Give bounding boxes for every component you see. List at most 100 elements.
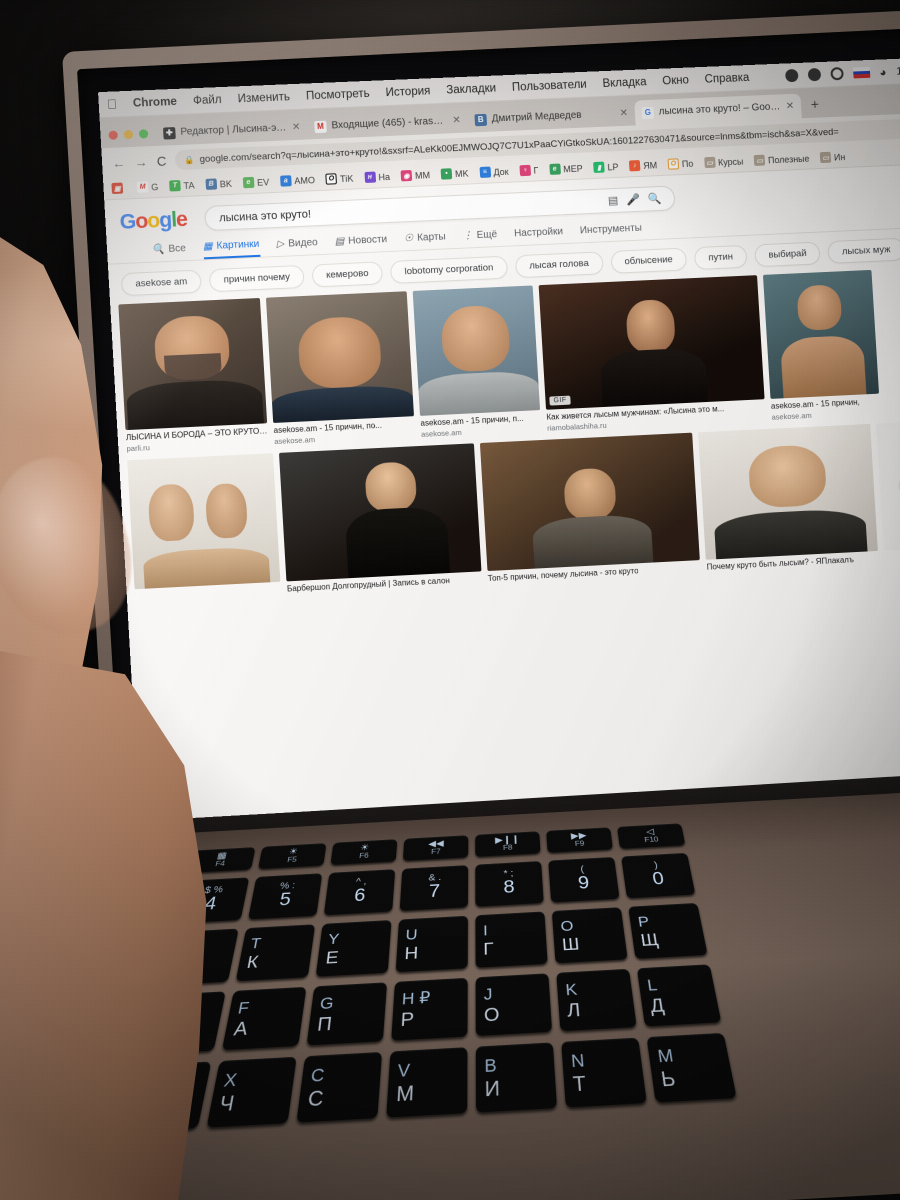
key-f7[interactable]: ◀◀ F7 (402, 835, 469, 861)
key-f-a[interactable]: FА (221, 986, 307, 1051)
apple-icon[interactable]:  (106, 96, 117, 111)
menubar-item-bookmarks[interactable]: Закладки (446, 82, 496, 96)
key-f6[interactable]: ☀ F6 (330, 839, 398, 865)
bookmark-5[interactable]: a AMO (279, 174, 315, 187)
key-b-i[interactable]: BИ (475, 1042, 558, 1113)
image-result-5[interactable] (127, 453, 281, 592)
ru-flag-icon[interactable] (852, 66, 870, 79)
key-f5[interactable]: ☀ F5 (258, 843, 327, 869)
menubar-item-history[interactable]: История (385, 85, 430, 99)
chip-3[interactable]: lobotomy corporation (389, 255, 509, 284)
key-l-d[interactable]: LД (636, 964, 722, 1027)
tools-button[interactable]: Инструменты (580, 223, 643, 242)
image-result-6-thumb[interactable] (279, 443, 482, 582)
menubar-item-view[interactable]: Посмотреть (306, 87, 370, 102)
chip-8[interactable]: лысых муж (827, 237, 900, 264)
tab-videos[interactable]: ▷ Видео (276, 237, 318, 255)
key-u-n[interactable]: UН (395, 915, 468, 973)
bookmark-folder-kursy[interactable]: ▭ Курсы (703, 156, 744, 169)
image-result-0[interactable]: ЛЫСИНА И БОРОДА – ЭТО КРУТО! - Parli P..… (118, 297, 268, 453)
bookmark-11[interactable]: ♀ Г (519, 164, 539, 177)
evernote-icon[interactable] (807, 67, 821, 82)
close-tab-3-icon[interactable]: ✕ (619, 108, 628, 119)
key-6[interactable]: ^ ,6 (323, 869, 396, 916)
bookmark-14[interactable]: ♪ ЯМ (629, 159, 657, 172)
bookmark-3[interactable]: B BK (205, 178, 232, 190)
reload-button[interactable]: C (156, 153, 166, 168)
key-n-t[interactable]: NТ (561, 1037, 647, 1108)
close-tab-1-icon[interactable]: ✕ (292, 122, 301, 133)
key-g-p[interactable]: GП (306, 982, 388, 1046)
key-j-o[interactable]: JО (475, 973, 553, 1036)
image-result-4-thumb[interactable] (762, 269, 880, 399)
search-icon[interactable]: 🔍 (647, 192, 661, 206)
image-result-1[interactable]: asekose.am - 15 причин, по... asekose.am (265, 291, 415, 446)
menubar-item-window[interactable]: Окно (662, 74, 689, 87)
key-7[interactable]: & .7 (399, 865, 469, 911)
bookmark-folder-in[interactable]: ▭ Ин (819, 151, 846, 164)
image-result-9[interactable]: › 122 [] (876, 420, 900, 564)
bookmark-13[interactable]: ▮ LP (593, 161, 619, 173)
bookmark-6[interactable]: O TiK (325, 173, 354, 185)
menubar-item-profiles[interactable]: Пользователи (512, 78, 587, 93)
menubar-item-file[interactable]: Файл (193, 94, 222, 107)
bookmark-12[interactable]: e MEP (548, 163, 583, 175)
tab-images[interactable]: ▦ Картинки (202, 238, 261, 260)
chip-6[interactable]: путин (693, 244, 748, 271)
menubar-item-tab[interactable]: Вкладка (602, 76, 647, 90)
close-tab-2-icon[interactable]: ✕ (452, 115, 461, 126)
image-result-3[interactable]: GIF Как живется лысым мужчинам: «Лысина … (538, 275, 766, 433)
image-result-7[interactable]: Топ-5 причин, почему лысина - это круто (479, 432, 701, 584)
bookmark-0[interactable]: ▣ (111, 182, 126, 195)
tab-all[interactable]: 🔍 Все (151, 243, 186, 261)
key-k-l[interactable]: KЛ (556, 968, 637, 1032)
bookmark-7[interactable]: н На (364, 171, 390, 184)
google-logo[interactable]: Google (119, 207, 188, 234)
key-i-g[interactable]: IГ (475, 911, 548, 968)
menubar-item-chrome[interactable]: Chrome (133, 95, 178, 109)
settings-button[interactable]: Настройки (514, 226, 564, 244)
key-0[interactable]: ) 0 (621, 852, 696, 899)
image-result-4[interactable]: asekose.am - 15 причин, asekose.am (762, 269, 881, 422)
wifi-icon[interactable]: ◕ (879, 65, 887, 79)
image-result-3-thumb[interactable]: GIF (538, 275, 765, 410)
chip-2[interactable]: кемерово (311, 261, 384, 288)
image-result-8-thumb[interactable] (698, 423, 879, 560)
shield-icon[interactable] (784, 68, 799, 83)
key-h-r[interactable]: H ₽ Р (391, 977, 468, 1041)
key-8[interactable]: * ; 8 (475, 860, 544, 907)
close-tab-4-icon[interactable]: ✕ (786, 101, 795, 112)
bookmark-1[interactable]: MG (136, 181, 159, 193)
image-result-1-thumb[interactable] (265, 291, 415, 423)
maximize-window-button[interactable] (138, 129, 149, 139)
chip-5[interactable]: облысение (609, 247, 688, 274)
close-window-button[interactable] (108, 130, 119, 140)
key-m-soft[interactable]: MЬ (646, 1032, 737, 1103)
key-f10[interactable]: ◁ F10 (616, 823, 686, 849)
bookmark-15[interactable]: O По (667, 158, 694, 170)
bookmark-8[interactable]: ◉ MM (400, 169, 431, 182)
image-result-7-thumb[interactable] (479, 432, 701, 572)
bookmark-10[interactable]: ≡ Док (479, 166, 509, 178)
image-result-0-thumb[interactable] (118, 297, 268, 431)
back-button[interactable]: ← (112, 155, 126, 171)
plus-circle-icon[interactable] (829, 67, 844, 81)
camera-icon[interactable]: ▤ (608, 194, 619, 207)
key-f9[interactable]: ▶▶ F9 (546, 827, 613, 853)
image-result-2[interactable]: asekose.am - 15 причин, п... asekose.am (412, 285, 542, 439)
key-9[interactable]: (9 (548, 856, 620, 903)
image-result-6[interactable]: Барбершоп Долгопрудный | Запись в салон (279, 443, 482, 594)
image-result-8[interactable]: Почему круто быть лысым? - ЯПлакалъ (698, 423, 880, 573)
bookmark-folder-poleznye[interactable]: ▭ Полезные (753, 153, 810, 166)
chip-7[interactable]: выбирай (754, 241, 822, 268)
minimize-window-button[interactable] (123, 129, 134, 140)
microphone-icon[interactable]: 🎤 (626, 193, 640, 207)
tab-maps[interactable]: ☉ Карты (404, 231, 446, 249)
tab-news[interactable]: ▤ Новости (334, 234, 387, 252)
tab-more[interactable]: ⋮ Ещё (462, 229, 497, 246)
chip-1[interactable]: причин почему (208, 264, 305, 293)
key-v-m[interactable]: VМ (386, 1047, 468, 1118)
key-f8[interactable]: ▶❙❙ F8 (475, 831, 541, 857)
search-input[interactable]: лысина это круто! (219, 195, 601, 224)
forward-button[interactable]: → (134, 154, 148, 170)
